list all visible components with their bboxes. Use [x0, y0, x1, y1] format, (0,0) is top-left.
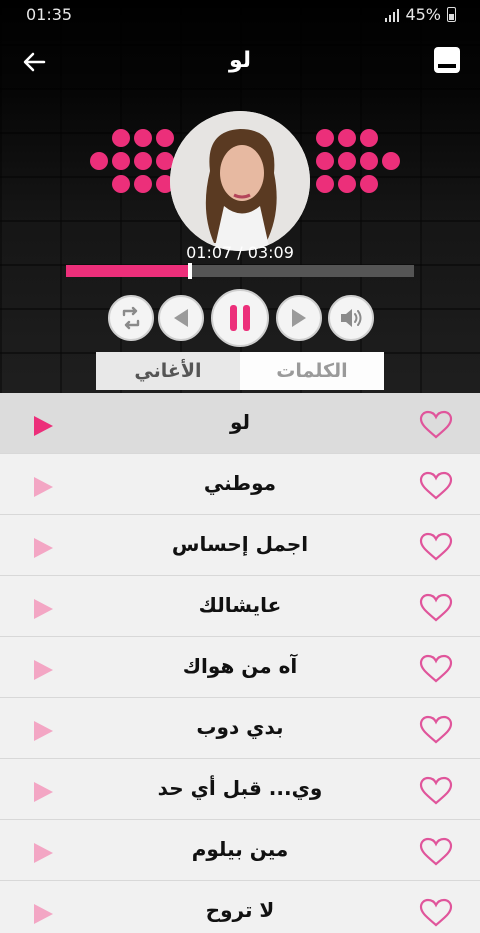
song-title: مين بيلوم: [191, 837, 289, 861]
player-panel: 01:35 45% لو 01:07 / 03:09 الأغاني الكلم…: [0, 0, 480, 393]
progress-bar[interactable]: [66, 263, 414, 279]
repeat-icon: [122, 306, 140, 330]
status-right: 45%: [385, 5, 456, 24]
pause-icon: [230, 305, 250, 331]
battery-percent: 45%: [405, 5, 441, 24]
song-title: لو: [229, 410, 251, 434]
list-item[interactable]: لو: [0, 393, 480, 454]
tab-lyrics[interactable]: الكلمات: [240, 352, 384, 390]
heart-icon[interactable]: [418, 715, 454, 745]
song-title: موطني: [203, 471, 277, 495]
progress-fill: [66, 265, 190, 277]
play-icon[interactable]: [32, 781, 54, 803]
heart-icon[interactable]: [418, 837, 454, 867]
status-time: 01:35: [26, 5, 73, 24]
playback-controls: [0, 289, 480, 347]
progress-thumb[interactable]: [187, 263, 192, 279]
menu-icon[interactable]: [434, 47, 460, 73]
play-icon[interactable]: [32, 537, 54, 559]
song-title: آه من هواك: [182, 654, 298, 678]
list-item[interactable]: اجمل إحساس: [0, 515, 480, 576]
heart-icon[interactable]: [418, 532, 454, 562]
song-title: لا تروح: [205, 898, 275, 922]
battery-icon: [447, 7, 456, 22]
heart-icon[interactable]: [418, 471, 454, 501]
app-screen: 01:35 45% لو 01:07 / 03:09 الأغاني الكلم…: [0, 0, 480, 933]
song-title: بدي دوب: [196, 715, 284, 739]
heart-icon[interactable]: [418, 776, 454, 806]
list-item[interactable]: بدي دوب: [0, 698, 480, 759]
heart-icon[interactable]: [418, 593, 454, 623]
next-icon: [292, 309, 306, 327]
dots-right: [316, 129, 400, 198]
play-icon[interactable]: [32, 659, 54, 681]
page-title: لو: [228, 48, 252, 73]
list-item[interactable]: عايشالك: [0, 576, 480, 637]
tab-bar: الأغاني الكلمات: [96, 352, 384, 390]
play-icon[interactable]: [32, 903, 54, 925]
next-button[interactable]: [276, 295, 322, 341]
song-title: وي... قبل أي حد: [157, 776, 323, 800]
signal-icon: [385, 8, 400, 22]
previous-button[interactable]: [158, 295, 204, 341]
play-icon[interactable]: [32, 476, 54, 498]
time-display: 01:07 / 03:09: [186, 243, 294, 262]
heart-icon[interactable]: [418, 654, 454, 684]
play-icon[interactable]: [32, 842, 54, 864]
list-item[interactable]: موطني: [0, 454, 480, 515]
heart-icon[interactable]: [418, 898, 454, 928]
album-art: [170, 111, 310, 251]
status-bar: 01:35 45%: [0, 0, 480, 30]
song-title: عايشالك: [198, 593, 282, 617]
list-item[interactable]: آه من هواك: [0, 637, 480, 698]
tab-songs[interactable]: الأغاني: [96, 352, 240, 390]
heart-icon[interactable]: [418, 410, 454, 440]
play-icon[interactable]: [32, 415, 54, 437]
dots-left: [90, 129, 174, 198]
play-icon[interactable]: [32, 720, 54, 742]
album-art-image: [170, 111, 310, 251]
app-bar: لو: [0, 38, 480, 86]
play-icon[interactable]: [32, 598, 54, 620]
repeat-button[interactable]: [108, 295, 154, 341]
volume-button[interactable]: [328, 295, 374, 341]
list-item[interactable]: لا تروح: [0, 881, 480, 933]
previous-icon: [174, 309, 188, 327]
list-item[interactable]: مين بيلوم: [0, 820, 480, 881]
song-list: لو موطني اجمل إحساس عايشالك آه من هواك بدي دو…: [0, 393, 480, 933]
song-title: اجمل إحساس: [171, 532, 309, 556]
list-item[interactable]: وي... قبل أي حد: [0, 759, 480, 820]
pause-button[interactable]: [211, 289, 269, 347]
volume-icon: [341, 309, 362, 327]
